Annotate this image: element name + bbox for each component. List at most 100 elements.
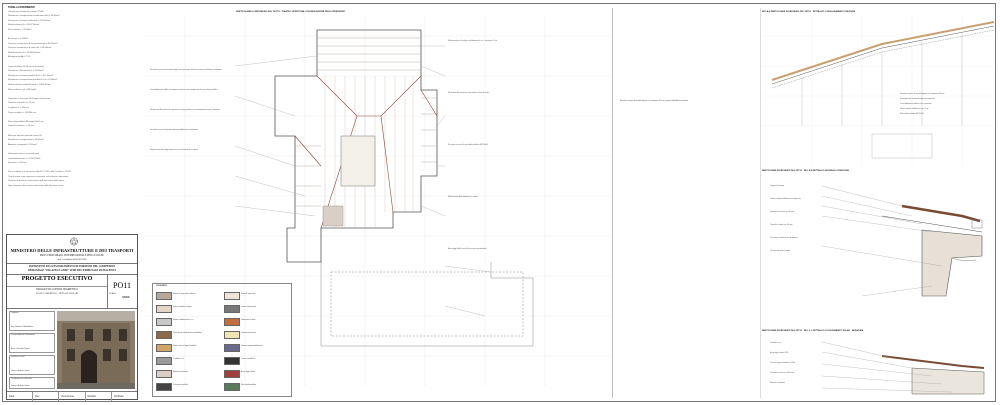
legend-item: Nuove travi in legno lamellare	[156, 342, 220, 353]
panel-c-note: Ancoraggi chimici Ø16	[770, 352, 788, 354]
legend-item: Nuovo tavolato in legno	[156, 303, 220, 314]
panel-b-note: Guaina impermeabilizzante traspirante	[770, 198, 801, 200]
revision-row: Data Rev. Descrizione Redatto Verificato	[7, 391, 137, 401]
legend-item: Zona di intervento	[224, 290, 288, 301]
legend-label: Muratura esistente	[173, 371, 188, 373]
coord-label: Coordinatore per la Sicurezza	[11, 379, 33, 380]
panel-b-note: Isolamento termico sp. 80 mm	[770, 211, 795, 213]
legend-swatch	[224, 383, 240, 391]
main-plan-title: PARTICOLARE DI RESTAURO DEL TETTO - PIAN…	[236, 11, 346, 13]
legend-swatch	[156, 383, 172, 391]
legend-swatch	[224, 305, 240, 313]
panel-b-note: Coppi di recupero	[770, 185, 785, 187]
plan-notes-right: Realizzazione di soletta collaborante in…	[448, 40, 588, 300]
panel-a-side-note: Fornitura e posa di tavolato ligneo con …	[620, 100, 750, 103]
legend-item: Catene metalliche	[224, 355, 288, 366]
dl-name: Geom. Andrea Gozzi	[11, 370, 30, 372]
plan-note: Ripristino dei cornicioni con malta a ba…	[448, 92, 490, 94]
dl-label: Direttore dei Lavori	[11, 357, 25, 358]
legend-item: Guaina impermeabilizzante	[224, 342, 288, 353]
legend-item: Travi lignee esistenti da consolidare	[156, 329, 220, 340]
plan-note: Rifacimento delle lattonerie in rame	[448, 196, 478, 198]
panel-b-title: PARTICOLARE DI RESTAURO DEL TETTO - SEZ.…	[762, 170, 849, 172]
drawing-sheet: TABELLA RIFERIMENTI Calcestruzzo struttu…	[0, 0, 1000, 405]
legend-item: Rete elettrosaldata	[224, 381, 288, 392]
building-photo	[57, 311, 135, 389]
plan-note: Fornitura e posa di guaina impermeabiliz…	[150, 129, 199, 131]
drawing-subtitle: PIANTA COPERTURA - DETTAGLI SOLAIO	[35, 293, 79, 295]
legend-label: Zona di intervento	[241, 293, 256, 295]
republic-emblem-icon	[70, 237, 78, 246]
legend-label: Manto di copertura esistente	[173, 293, 196, 295]
legend-swatch	[156, 318, 172, 326]
plan-note: Fornitura e posa di rete elettrosaldata …	[448, 144, 489, 146]
legend-label: Connettori metallici	[173, 384, 189, 386]
legend-swatch	[224, 331, 240, 339]
legend-label: Cordolo in c.a.	[173, 358, 185, 360]
legend-label: Ancoraggi chimici	[241, 371, 256, 373]
panel-c-notes: Cordolo in c.a. Ancoraggi chimici Ø16 Trav…	[770, 338, 860, 388]
legend-label: Travi lignee esistenti da consolidare	[173, 332, 202, 334]
legend-title: LEGENDA	[156, 285, 167, 287]
legend-box: LEGENDA Manto di copertura esistente Nuov…	[152, 283, 292, 397]
panel-b-note: Cornicione esistente da ripristinare	[770, 237, 798, 239]
plan-note: Integrazione dei coppi mancanti con elem…	[150, 149, 198, 151]
legend-swatch	[224, 318, 240, 326]
title-block: MINISTERO DELLE INFRASTRUTTURE E DEI TRA…	[6, 234, 138, 401]
revision-cell: Data	[9, 395, 15, 398]
revision-cell: Redatto	[84, 392, 111, 401]
plan-note: Realizzazione di soletta collaborante in…	[448, 40, 498, 42]
panel-a-note: Rete elettrosaldata Ø8 20x20	[900, 113, 924, 115]
panel-c-note: Muratura esistente	[770, 382, 785, 384]
legend-item: Cordolo in c.a.	[156, 355, 220, 366]
rup-box: Il Responsabile del Procedimento Arch. C…	[9, 333, 55, 353]
panel-a-title: SEZ. A-A PARTICOLARE DI RESTAURO DEL TET…	[762, 11, 856, 13]
rup-name: Arch. Carmela Rigoli	[11, 348, 30, 350]
office-seat: Sede coordinata di BOLZANO	[57, 258, 87, 261]
coord-name: Geom. Andrea Gozzi	[11, 385, 30, 387]
legend-swatch	[224, 344, 240, 352]
designer-box: Progettista Ing. Gianluca Maddalena	[9, 311, 55, 331]
legend-swatch	[156, 370, 172, 378]
legend-item: Muratura esistente	[156, 368, 220, 379]
panel-a-section	[762, 16, 994, 166]
legend-label: Limite di intervento	[241, 306, 257, 308]
legend-label: Nuove travi in legno lamellare	[173, 345, 197, 347]
revision-cell: Descrizione	[58, 392, 84, 401]
specification-line: Ogni variazione deve essere autorizzata …	[8, 185, 64, 188]
legend-label: Isolamento termico	[241, 332, 257, 334]
legend-item: Connettori metallici	[156, 381, 220, 392]
revision-cell: Verificato	[110, 392, 137, 401]
legend-swatch	[224, 292, 240, 300]
legend-label: Soletta collaborante in c.a.	[173, 319, 195, 321]
legend-item: Manto di copertura esistente	[156, 290, 220, 301]
legend-swatch	[156, 344, 172, 352]
scale-label: SCALA	[109, 293, 116, 295]
legend-swatch	[224, 357, 240, 365]
specification-heading: TABELLA RIFERIMENTI	[8, 6, 35, 9]
designer-label: Progettista	[11, 313, 19, 314]
specification-column: TABELLA RIFERIMENTI Calcestruzzo struttu…	[8, 6, 138, 206]
legend-swatch	[156, 331, 172, 339]
designer-name: Ing. Gianluca Maddalena	[11, 326, 34, 328]
legend-label: Guaina impermeabilizzante	[241, 345, 263, 347]
legend-swatch	[156, 357, 172, 365]
panel-b-note: Canale di gronda in rame	[770, 250, 791, 252]
plan-note: Rimozione del manto di copertura in copp…	[150, 109, 220, 111]
legend-label: Nuovo tavolato in legno	[173, 306, 192, 308]
project-phase: PROGETTO ESECUTIVO	[21, 276, 93, 282]
legend-swatch	[156, 305, 172, 313]
legend-item: Lattonerie in rame	[224, 316, 288, 327]
plan-notes-left: Fornitura e posa di tavolato ligneo con …	[150, 60, 230, 160]
coord-box: Coordinatore per la Sicurezza Geom. Andr…	[9, 377, 55, 389]
legend-item: Soletta collaborante in c.a.	[156, 316, 220, 327]
legend-label: Rete elettrosaldata	[241, 384, 257, 386]
panel-b-note: Tavolato in legno sp. 40 mm	[770, 224, 793, 226]
plan-note: Fornitura e posa di tavolato ligneo con …	[150, 69, 222, 71]
panel-a-side-note-text: Fornitura e posa di tavolato ligneo con …	[620, 100, 688, 102]
plan-note: Consolidamento delle travi lignee esiste…	[150, 89, 218, 91]
panel-c-title: PARTICOLARE DI RESTAURO DEL TETTO - SEZ.…	[762, 330, 864, 332]
panel-c-note: Cordolo in c.a.	[770, 342, 782, 344]
panel-c-note: Trave in legno lamellare GL24h	[770, 362, 796, 364]
sheet-code: PO11	[113, 281, 131, 290]
